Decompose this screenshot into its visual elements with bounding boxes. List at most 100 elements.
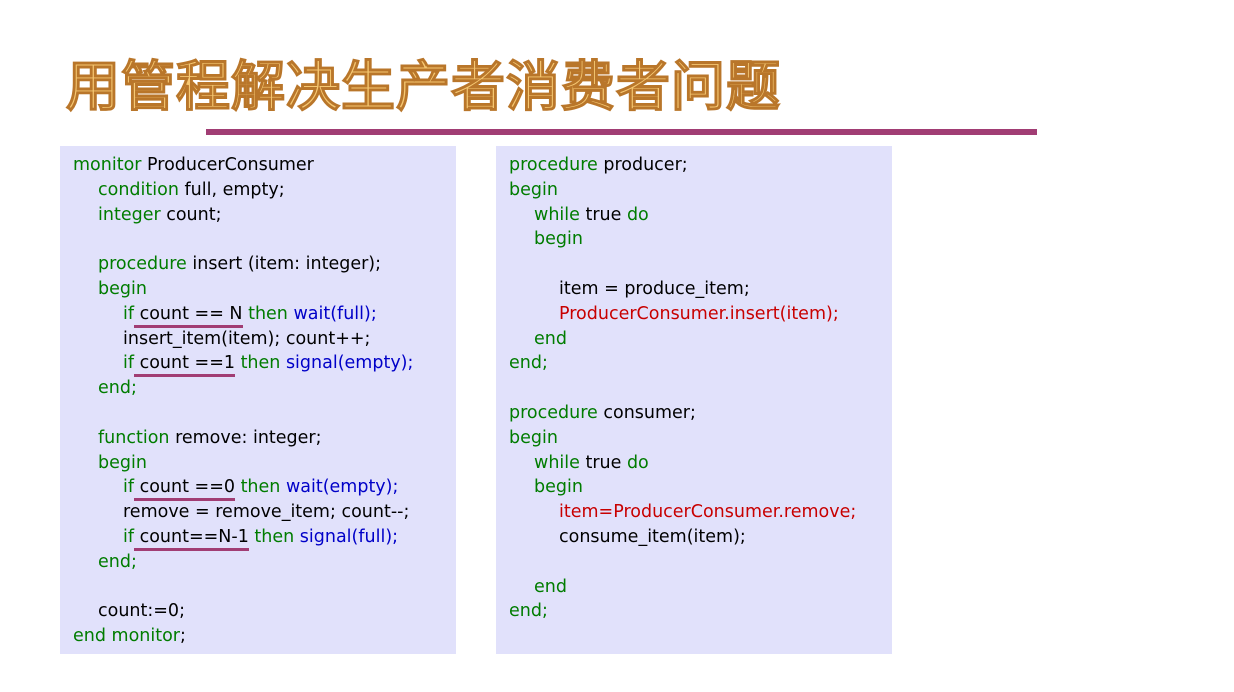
keyword: while bbox=[534, 452, 580, 473]
code-line: if count == N then wait(full); bbox=[73, 302, 456, 327]
slide-title: 用管程解决生产者消费者问题 bbox=[65, 54, 781, 118]
code-text: consume_item(item); bbox=[559, 526, 746, 547]
code-text: count:=0; bbox=[98, 601, 185, 622]
code-text: true bbox=[579, 204, 622, 225]
code-line: begin bbox=[509, 426, 892, 451]
code-text: insert_item(item); count++; bbox=[123, 328, 371, 349]
code-text: consumer; bbox=[597, 402, 696, 423]
code-line: ProducerConsumer.insert(item); bbox=[509, 302, 892, 327]
keyword: integer bbox=[98, 204, 161, 225]
code-line: function remove: integer; bbox=[73, 426, 456, 451]
keyword: while bbox=[534, 204, 580, 225]
operation-call: signal(full); bbox=[294, 526, 399, 547]
code-line: if count ==1 then signal(empty); bbox=[73, 351, 456, 376]
code-line: insert_item(item); count++; bbox=[73, 327, 456, 352]
code-text: insert (item: integer); bbox=[186, 254, 382, 275]
code-text: count; bbox=[160, 204, 222, 225]
code-line: end monitor; bbox=[73, 624, 456, 649]
keyword: procedure bbox=[509, 402, 598, 423]
code-text: remove: integer; bbox=[169, 427, 322, 448]
code-line: while true do bbox=[509, 451, 892, 476]
keyword: end; bbox=[98, 378, 137, 399]
keyword: then bbox=[248, 526, 295, 547]
code-line: if count==N-1 then signal(full); bbox=[73, 525, 456, 550]
code-line: condition full, empty; bbox=[73, 178, 456, 203]
keyword: do bbox=[621, 452, 649, 473]
code-line: if count ==0 then wait(empty); bbox=[73, 475, 456, 500]
keyword: end; bbox=[509, 353, 548, 374]
keyword: if bbox=[123, 526, 135, 547]
code-text: remove = remove_item; count--; bbox=[123, 502, 410, 523]
code-line: item = produce_item; bbox=[509, 277, 892, 302]
keyword: procedure bbox=[98, 254, 187, 275]
underlined-condition: count ==0 bbox=[134, 477, 235, 498]
code-line: end bbox=[509, 327, 892, 352]
underlined-condition: count ==1 bbox=[134, 353, 235, 374]
monitor-call: ProducerConsumer.insert(item); bbox=[559, 303, 839, 324]
keyword: condition bbox=[98, 179, 179, 200]
operation-call: wait(empty); bbox=[280, 477, 399, 498]
code-line: procedure consumer; bbox=[509, 401, 892, 426]
code-line: item=ProducerConsumer.remove; bbox=[509, 500, 892, 525]
keyword: procedure bbox=[509, 155, 598, 175]
code-line: end; bbox=[73, 550, 456, 575]
code-line: end; bbox=[73, 376, 456, 401]
operation-call: signal(empty); bbox=[280, 353, 414, 374]
keyword: end bbox=[534, 328, 567, 349]
code-text: ; bbox=[180, 626, 186, 647]
keyword: begin bbox=[98, 452, 147, 473]
keyword: if bbox=[123, 477, 135, 498]
title-divider bbox=[206, 129, 1037, 135]
code-line: procedure insert (item: integer); bbox=[73, 252, 456, 277]
code-text: true bbox=[579, 452, 622, 473]
keyword: end; bbox=[98, 551, 137, 572]
code-line: begin bbox=[73, 277, 456, 302]
code-line: end bbox=[509, 575, 892, 600]
code-line: consume_item(item); bbox=[509, 525, 892, 550]
monitor-code-panel: monitor ProducerConsumer condition full,… bbox=[60, 146, 456, 654]
code-text: item = produce_item; bbox=[559, 278, 750, 299]
underlined-condition: count == N bbox=[134, 303, 243, 324]
keyword: begin bbox=[98, 278, 147, 299]
code-line: monitor ProducerConsumer bbox=[73, 153, 456, 178]
keyword: begin bbox=[534, 229, 583, 250]
code-line: begin bbox=[509, 475, 892, 500]
keyword: then bbox=[235, 477, 281, 498]
keyword: then bbox=[235, 353, 281, 374]
keyword: then bbox=[242, 303, 288, 324]
code-line: while true do bbox=[509, 203, 892, 228]
code-line: remove = remove_item; count--; bbox=[73, 500, 456, 525]
code-text: full, empty; bbox=[178, 179, 285, 200]
code-line: begin bbox=[509, 227, 892, 252]
code-line: procedure producer; bbox=[509, 153, 892, 178]
keyword: if bbox=[123, 303, 135, 324]
keyword: begin bbox=[509, 179, 558, 200]
code-line: begin bbox=[73, 451, 456, 476]
underlined-condition: count==N-1 bbox=[134, 526, 249, 547]
code-line: count:=0; bbox=[73, 599, 456, 624]
keyword: end bbox=[534, 576, 567, 597]
code-line: end; bbox=[509, 599, 892, 624]
code-text: producer; bbox=[597, 155, 688, 175]
keyword: end monitor bbox=[73, 626, 180, 647]
keyword: do bbox=[621, 204, 649, 225]
keyword: begin bbox=[534, 477, 583, 498]
monitor-call: item=ProducerConsumer.remove; bbox=[559, 502, 857, 523]
code-line: integer count; bbox=[73, 203, 456, 228]
code-text: ProducerConsumer bbox=[141, 155, 314, 175]
keyword: begin bbox=[509, 427, 558, 448]
producer-consumer-code-panel: procedure producer; begin while true do … bbox=[496, 146, 892, 654]
keyword: end; bbox=[509, 601, 548, 622]
keyword: monitor bbox=[73, 155, 142, 175]
operation-call: wait(full); bbox=[287, 303, 377, 324]
code-line: begin bbox=[509, 178, 892, 203]
code-line: end; bbox=[509, 351, 892, 376]
keyword: if bbox=[123, 353, 135, 374]
keyword: function bbox=[98, 427, 170, 448]
